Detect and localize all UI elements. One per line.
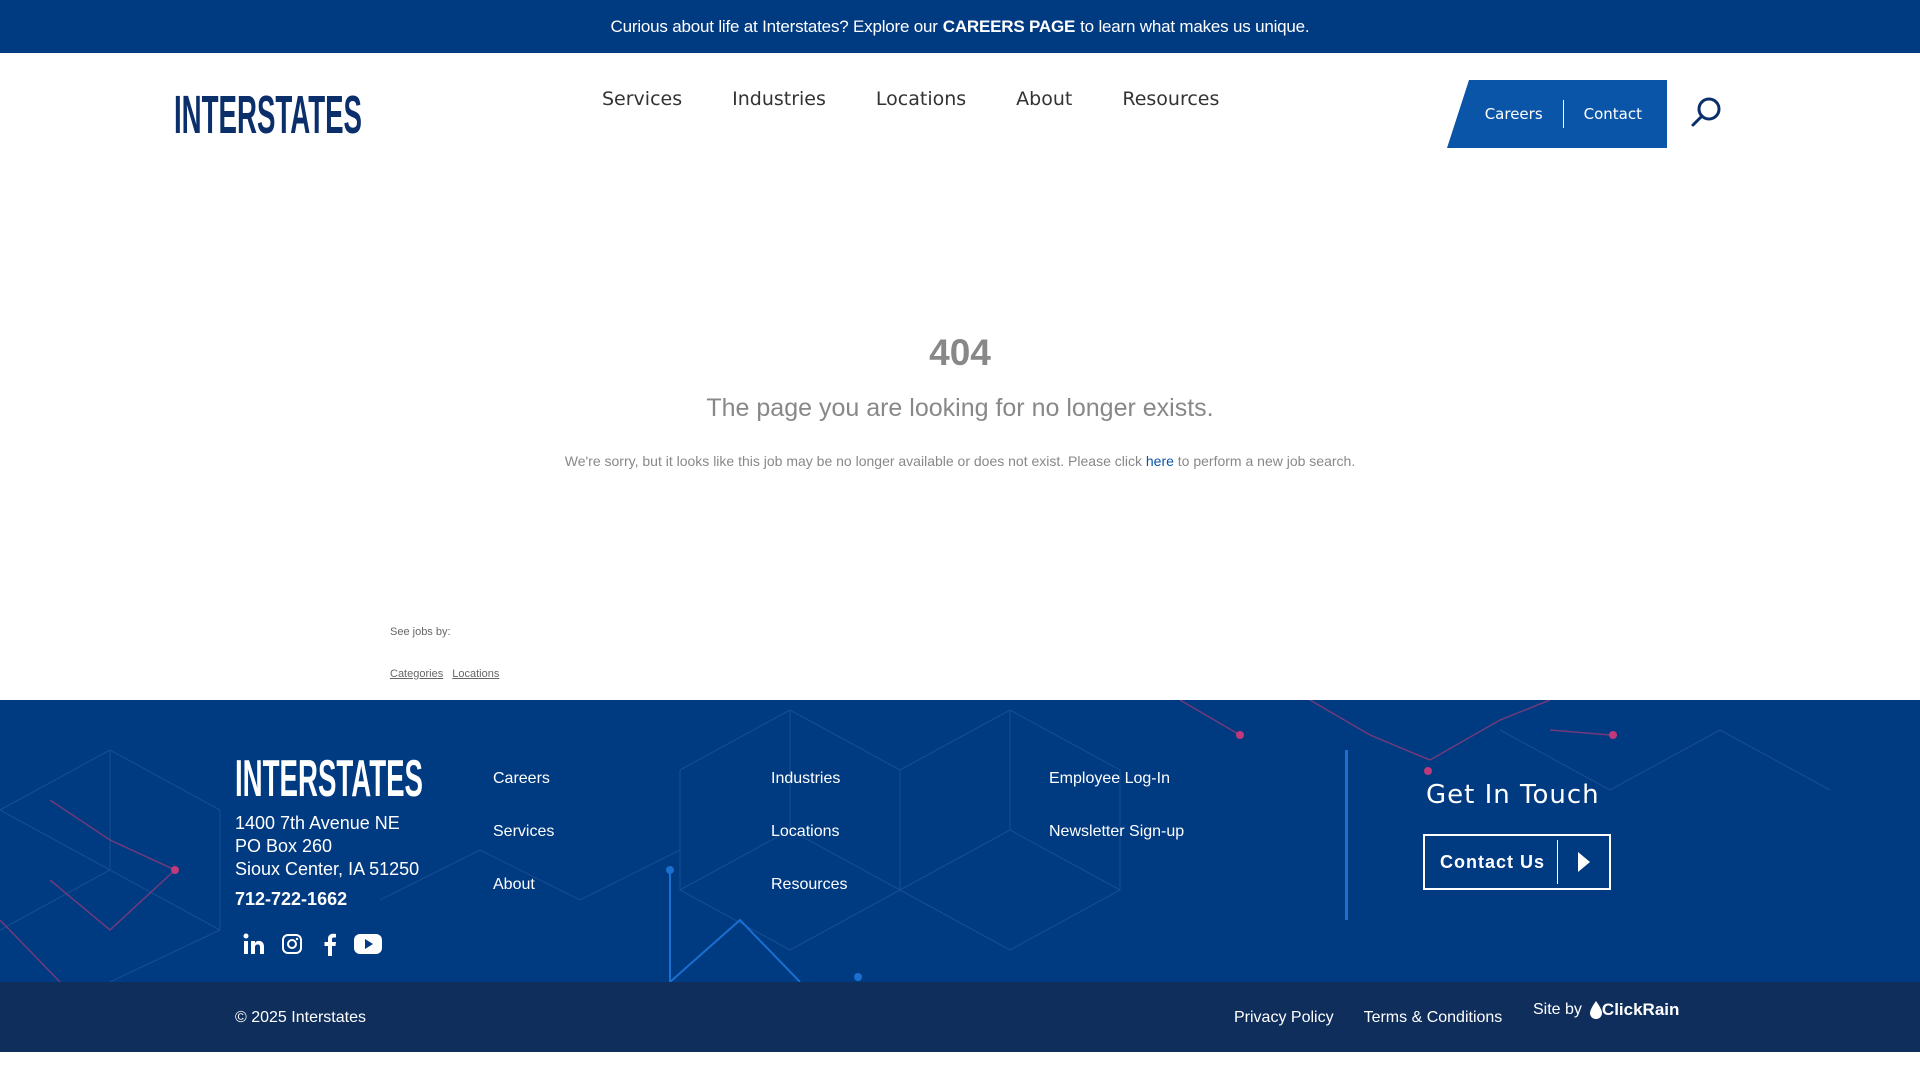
youtube-icon[interactable] [354, 930, 382, 958]
linkedin-icon[interactable] [240, 930, 268, 958]
social-links [240, 930, 392, 958]
header-cta-box: Careers Contact [1447, 80, 1667, 148]
nav-services[interactable]: Services [602, 88, 682, 110]
address-line-3: Sioux Center, IA 51250 [235, 859, 420, 879]
copyright: © 2025 Interstates [235, 1009, 366, 1026]
site-by-label: Site by [1533, 1001, 1582, 1018]
main-nav: Services Industries Locations About Reso… [602, 88, 1269, 110]
contact-us-button[interactable]: Contact Us [1423, 834, 1611, 890]
instagram-icon[interactable] [278, 930, 306, 958]
legal-links: Privacy Policy Terms & Conditions [1234, 1009, 1532, 1027]
announcement-text-before: Curious about life at Interstates? Explo… [610, 16, 938, 36]
footer-link-employee-login[interactable]: Employee Log-In [1049, 770, 1184, 788]
footer-link-resources[interactable]: Resources [771, 876, 847, 894]
error-message: We're sorry, but it looks like this job … [0, 453, 1920, 469]
raindrop-icon [1589, 1001, 1602, 1019]
nav-locations[interactable]: Locations [876, 88, 966, 110]
facebook-icon[interactable] [316, 930, 344, 958]
privacy-policy-link[interactable]: Privacy Policy [1234, 1009, 1334, 1027]
nav-industries[interactable]: Industries [732, 88, 826, 110]
clickrain-text: ClickRain [1601, 1000, 1680, 1019]
footer-logo[interactable]: INTERSTATES [235, 748, 425, 808]
site-by: Site by ClickRain [1533, 1000, 1679, 1020]
footer-link-careers[interactable]: Careers [493, 770, 554, 788]
locations-link[interactable]: Locations [452, 668, 499, 680]
error-message-text: We're sorry, but it looks like this job … [564, 453, 1142, 469]
nav-about[interactable]: About [1016, 88, 1072, 110]
job-search-link[interactable]: here [1146, 453, 1174, 469]
play-arrow-icon [1558, 851, 1609, 873]
site-footer: INTERSTATES 1400 7th Avenue NE PO Box 26… [0, 700, 1920, 982]
footer-address: 1400 7th Avenue NE PO Box 260 Sioux Cent… [235, 812, 419, 881]
clickrain-logo[interactable]: ClickRain [1589, 1000, 1680, 1020]
footer-logo-text: INTERSTATES [235, 750, 423, 802]
site-header: INTERSTATES Services Industries Location… [0, 53, 1920, 153]
contact-us-label: Contact Us [1440, 851, 1546, 872]
footer-col-3: Employee Log-In Newsletter Sign-up [1049, 770, 1184, 876]
search-icon[interactable] [1690, 95, 1724, 129]
footer-link-about[interactable]: About [493, 876, 554, 894]
contact-button[interactable]: Contact [1584, 105, 1642, 123]
footer-link-services[interactable]: Services [493, 823, 554, 841]
address-line-1: 1400 7th Avenue NE [235, 813, 400, 833]
error-message-text-after: to perform a new job search. [1177, 453, 1356, 469]
footer-divider [1345, 750, 1348, 920]
cta-divider [1562, 100, 1564, 128]
see-jobs-links: Categories Locations [390, 668, 505, 680]
nav-resources[interactable]: Resources [1122, 88, 1219, 110]
footer-col-1: Careers Services About [493, 770, 554, 929]
announcement-text-after: to learn what makes us unique. [1080, 16, 1310, 36]
address-line-2: PO Box 260 [235, 836, 333, 856]
categories-link[interactable]: Categories [390, 668, 443, 680]
footer-col-2: Industries Locations Resources [771, 770, 847, 929]
careers-page-link[interactable]: CAREERS PAGE [943, 17, 1076, 37]
footer-phone[interactable]: 712-722-1662 [235, 889, 347, 910]
interstates-logo[interactable]: INTERSTATES [174, 83, 364, 139]
announcement-bar: Curious about life at Interstates? Explo… [0, 0, 1920, 53]
terms-link[interactable]: Terms & Conditions [1364, 1009, 1503, 1027]
error-title: The page you are looking for no longer e… [706, 394, 1214, 422]
logo-text: INTERSTATES [174, 85, 362, 139]
bottom-bar: © 2025 Interstates Privacy Policy Terms … [0, 982, 1920, 1052]
careers-button[interactable]: Careers [1485, 105, 1543, 123]
footer-link-locations[interactable]: Locations [771, 823, 847, 841]
footer-link-newsletter[interactable]: Newsletter Sign-up [1049, 823, 1184, 841]
get-in-touch-heading: Get In Touch [1426, 780, 1600, 810]
footer-link-industries[interactable]: Industries [771, 770, 847, 788]
see-jobs-label: See jobs by: [390, 626, 451, 638]
error-code: 404 [929, 332, 991, 373]
